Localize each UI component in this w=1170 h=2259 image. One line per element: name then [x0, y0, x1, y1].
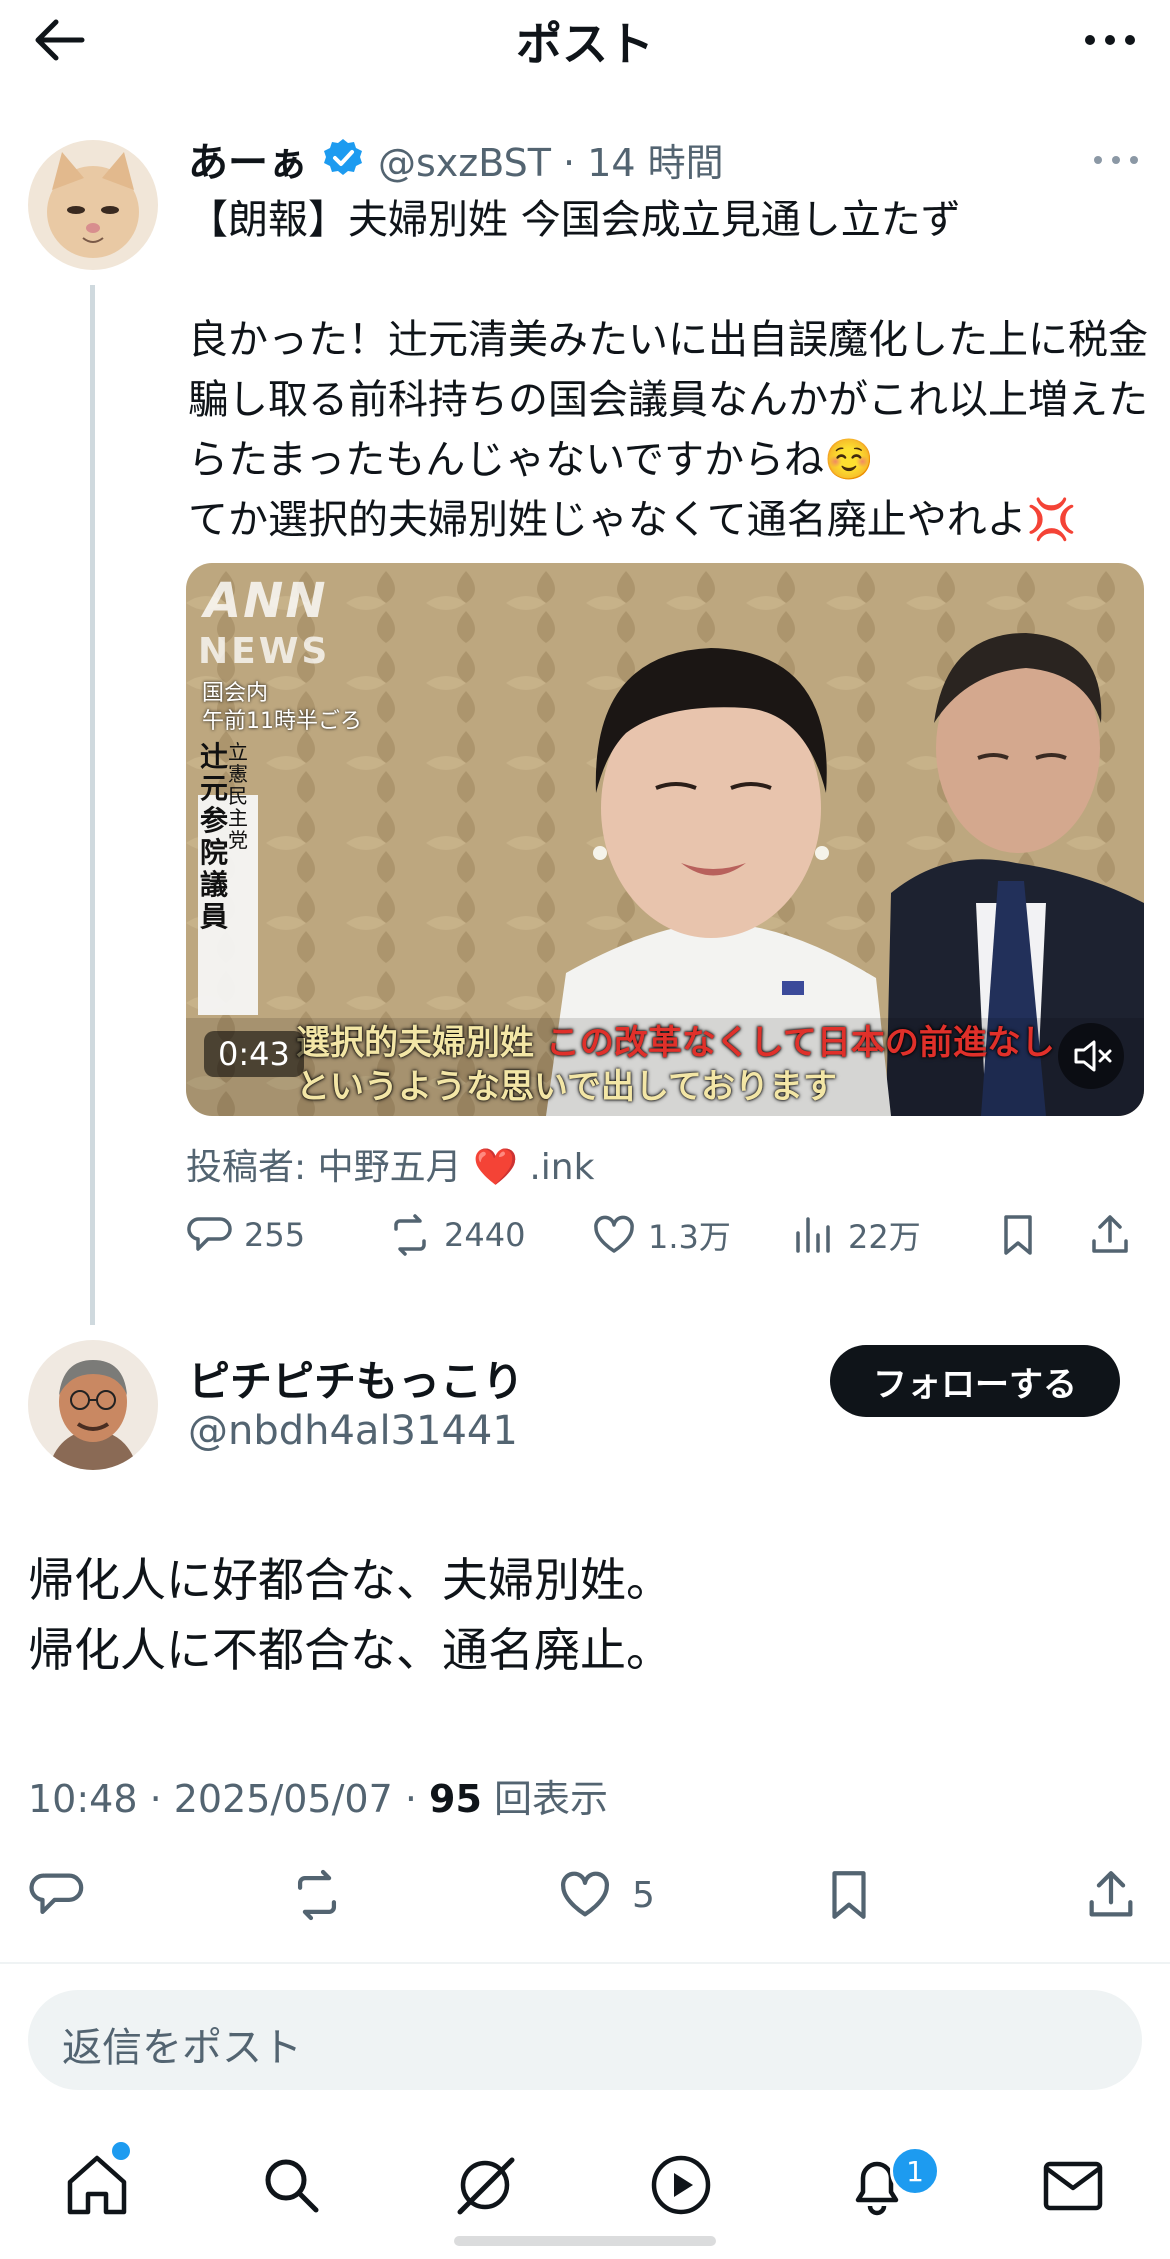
- analytics-icon: [796, 1217, 830, 1253]
- timestamp: 10:48 · 2025/05/07 ·: [28, 1777, 430, 1821]
- more-options-button[interactable]: [1080, 20, 1140, 60]
- bookmark-button[interactable]: [994, 1205, 1042, 1265]
- repost-icon: [394, 1214, 426, 1256]
- search-icon: [265, 2159, 319, 2213]
- reply-icon: [29, 1873, 84, 1915]
- news-logo-sub: NEWS: [198, 631, 331, 672]
- home-unread-dot: [112, 2142, 130, 2160]
- video-caption-2: というような思いで出しております: [296, 1067, 837, 1107]
- views-button[interactable]: 22万: [790, 1205, 921, 1265]
- video-nameplate: 辻元参院議員: [200, 740, 229, 933]
- follow-button[interactable]: フォローする: [830, 1345, 1120, 1417]
- avatar[interactable]: [28, 140, 158, 270]
- author-name[interactable]: あーぁ: [188, 130, 308, 188]
- attribution-suffix: .ink: [529, 1147, 595, 1188]
- repost-button[interactable]: [288, 1860, 346, 1930]
- heart-icon: [594, 1215, 634, 1253]
- heart-icon: [561, 1871, 609, 1917]
- thread-line: [90, 285, 95, 1325]
- nav-grok[interactable]: [450, 2150, 520, 2220]
- kitten-avatar-image: [28, 140, 158, 270]
- view-label: 回表示: [481, 1777, 608, 1821]
- share-icon: [1089, 1871, 1133, 1917]
- nav-video[interactable]: [646, 2150, 716, 2220]
- like-count: 1.3万: [648, 1218, 731, 1256]
- tweet-meta: 10:48 · 2025/05/07 · 95 回表示: [28, 1768, 608, 1823]
- grok-icon: [457, 2157, 515, 2215]
- tweet-text: 帰化人に好都合な、夫婦別姓。 帰化人に不都合な、通名廃止。: [28, 1553, 672, 1677]
- bookmark-button[interactable]: [820, 1860, 878, 1930]
- view-count: 95: [429, 1777, 482, 1821]
- share-button[interactable]: [1082, 1860, 1140, 1930]
- bookmark-icon: [832, 1871, 866, 1919]
- media-attribution: 投稿者: 中野五月 ❤️ .ink: [186, 1138, 594, 1190]
- like-button[interactable]: 5: [556, 1860, 655, 1930]
- like-button[interactable]: 1.3万: [590, 1205, 731, 1265]
- reply-icon: [187, 1217, 232, 1251]
- speaker-muted-icon: [1074, 1040, 1112, 1072]
- more-horizontal-icon: [1085, 35, 1135, 45]
- notification-badge: 1: [890, 2146, 940, 2196]
- video-player[interactable]: ANN NEWS 国会内 午前11時半ごろ 立憲民主党 辻元参院議員 選択的夫婦…: [186, 563, 1144, 1116]
- bookmark-icon: [1004, 1215, 1032, 1255]
- nav-messages[interactable]: [1038, 2150, 1108, 2220]
- bottom-nav: [0, 2130, 1170, 2240]
- like-count: 5: [632, 1874, 655, 1916]
- video-caption-red: この改革なくして日本の前進なし: [545, 1023, 1055, 1063]
- more-horizontal-icon: [1094, 156, 1138, 164]
- video-time: 午前11時半ごろ: [202, 709, 362, 734]
- reply-button[interactable]: 255: [186, 1205, 305, 1265]
- nav-home[interactable]: [62, 2150, 132, 2220]
- reply-button[interactable]: [28, 1860, 86, 1930]
- reply-placeholder: 返信をポスト: [62, 2025, 302, 2071]
- reply-count: 255: [244, 1216, 306, 1254]
- mail-icon: [1043, 2161, 1103, 2211]
- author-handle[interactable]: @nbdh4al31441: [188, 1408, 518, 1454]
- tweet-actions: 5: [0, 1860, 1170, 1930]
- video-caption-yellow: 選択的夫婦別姓: [296, 1023, 534, 1063]
- avatar[interactable]: [28, 1340, 158, 1470]
- nav-search[interactable]: [256, 2150, 326, 2220]
- mute-button[interactable]: [1058, 1023, 1124, 1089]
- tweet-text: 【朗報】夫婦別姓 今国会成立見通し立たず 良かった！辻元清美みたいに出自誤魔化し…: [188, 197, 1148, 543]
- video-duration: 0:43: [204, 1031, 304, 1077]
- verified-badge-icon: [322, 137, 364, 179]
- views-count: 22万: [848, 1218, 921, 1256]
- home-indicator: [454, 2236, 716, 2246]
- share-icon: [1092, 1215, 1128, 1253]
- share-button[interactable]: [1086, 1205, 1134, 1265]
- quoted-actions: 255 2440 1.3万 22万: [186, 1205, 1146, 1265]
- tweet-more-button[interactable]: [1090, 150, 1142, 170]
- man-avatar-image: [28, 1340, 158, 1470]
- page-title: ポスト: [516, 17, 654, 71]
- play-circle-icon: [651, 2155, 711, 2215]
- video-party: 立憲民主党: [228, 740, 248, 852]
- repost-icon: [297, 1869, 337, 1921]
- heart-emoji: ❤️: [473, 1147, 518, 1188]
- repost-count: 2440: [444, 1216, 526, 1254]
- author-name[interactable]: ピチピチもっこり: [188, 1348, 524, 1409]
- divider: [0, 1962, 1170, 1964]
- news-logo: ANN: [204, 573, 328, 629]
- home-icon: [67, 2155, 127, 2215]
- author-handle-time[interactable]: @sxzBST · 14 時間: [378, 132, 724, 187]
- attribution-text: 投稿者: 中野五月: [186, 1147, 462, 1188]
- repost-button[interactable]: 2440: [386, 1205, 525, 1265]
